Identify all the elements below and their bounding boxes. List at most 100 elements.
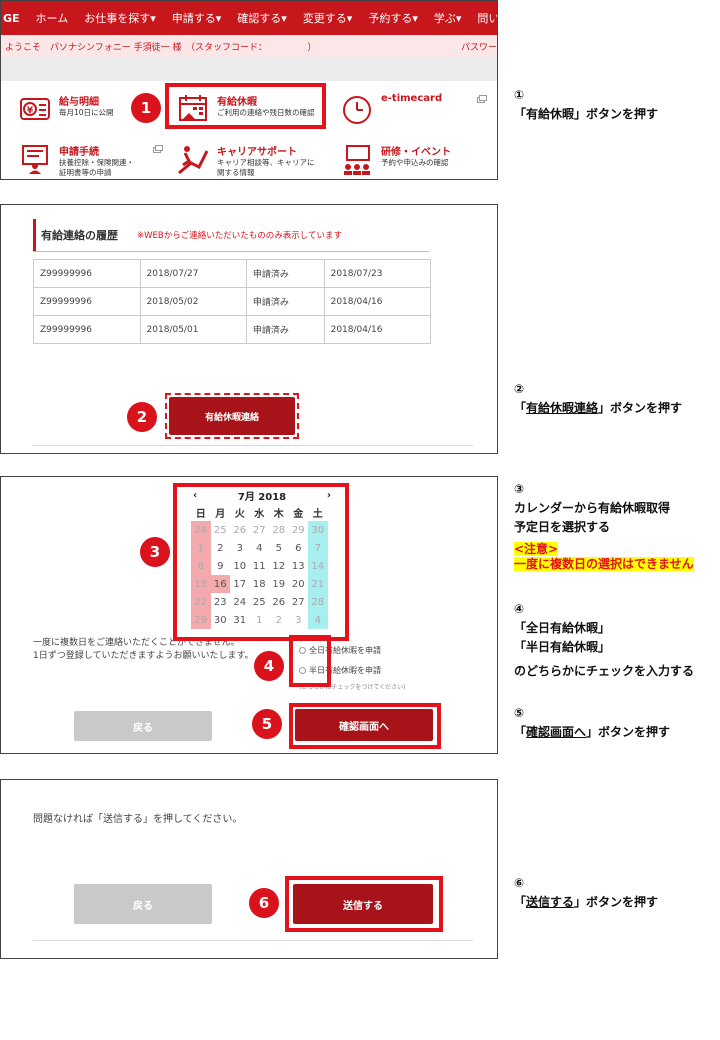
calendar-day[interactable]: 25 [250, 593, 270, 611]
nav-item-check[interactable]: 確認する▾ [229, 10, 295, 26]
prev-month-button[interactable]: ‹ [193, 490, 197, 501]
calendar-day[interactable]: 5 [269, 539, 289, 557]
table-row: Z99999996 2018/05/02 申請済み 2018/04/16 [33, 287, 432, 316]
step-marker: 4 [254, 651, 284, 681]
tile-desc: キャリア相談等、キャリアに関する情報 [217, 158, 315, 177]
tile-paid-leave[interactable]: 有給休暇 ご利用の連絡や残日数の確認 [177, 93, 315, 125]
note-line: 1日ずつ登録していただきますようお願いいたします。 [33, 651, 254, 662]
calendar-day[interactable]: 13 [289, 557, 309, 575]
leave-history-panel: 有給連絡の履歴 ※WEBからご連絡いただいたもののみ表示しています Z99999… [0, 204, 498, 454]
calendar-day[interactable]: 2 [211, 539, 231, 557]
calendar-day[interactable]: 4 [250, 539, 270, 557]
calendar-day: 25 [213, 524, 227, 536]
calendar-day[interactable]: 18 [250, 575, 270, 593]
tile-training-events[interactable]: 研修・イベント 予約や申込みの確認 [341, 143, 451, 175]
tile-desc: 予約や申込みの確認 [381, 158, 449, 167]
calendar-day[interactable]: 30 [308, 521, 328, 539]
tile-procedures[interactable]: 申請手続 扶養控除・保険関連・証明書等の申請 [19, 143, 135, 178]
tile-career-support[interactable]: キャリアサポート キャリア相談等、キャリアに関する情報 [177, 143, 317, 178]
calendar-day[interactable]: 9 [211, 557, 231, 575]
calendar-day[interactable]: 6 [289, 539, 309, 557]
calendar-day[interactable]: 24 [230, 593, 250, 611]
mypage-menu-panel: GE ホーム お仕事を探す▾ 申請する▾ 確認する▾ 変更する▾ 予約する▾ 学… [0, 0, 498, 180]
text: 「 [514, 107, 527, 122]
back-button[interactable]: 戻る [74, 711, 212, 741]
weekday-header: 木 [273, 508, 284, 520]
divider-strip [1, 57, 497, 81]
text: 「半日有給休暇」 [514, 640, 611, 655]
calendar-day[interactable]: 15 [191, 575, 211, 593]
checkbox-highlight [289, 635, 331, 687]
calendar-day[interactable]: 7 [308, 539, 328, 557]
step-number: ① [514, 88, 525, 102]
confirm-screen-button[interactable]: 確認画面へ [295, 709, 433, 741]
weekday-header: 土 [312, 508, 323, 520]
calendar-day[interactable]: 26 [269, 593, 289, 611]
tile-title: 有給休暇 [217, 97, 257, 108]
calendar-day[interactable]: 29 [191, 611, 211, 629]
climbing-person-icon [178, 146, 209, 175]
radio-icon [299, 667, 306, 674]
text: カレンダーから有給休暇取得 [514, 501, 671, 516]
calendar-day[interactable]: 16 [210, 575, 230, 593]
instruction-step-2: ② 「有給休暇連絡」ボタンを押す [514, 380, 682, 418]
calendar-grid: 日月火水木金土 24 25 26 27 28 29 30 1 2 3 4 5 6 7 8 9 10 11 12 13 14… [191, 503, 337, 629]
presentation-icon [344, 145, 370, 175]
text: 「 [514, 725, 527, 740]
paid-leave-contact-button[interactable]: 有給休暇連絡 [169, 397, 295, 435]
instruction-step-1: ① 「有給休暇」ボタンを押す [514, 86, 658, 124]
calendar-month: 7月 2018 [237, 491, 287, 503]
calendar: ‹ 7月 2018 › 日月火水木金土 24 25 26 27 28 29 30 1 2 3 4 5 6 7… [187, 487, 337, 629]
calendar-day[interactable]: 17 [230, 575, 250, 593]
calendar-day: 24 [191, 521, 211, 539]
next-month-button[interactable]: › [327, 490, 331, 501]
calendar-day[interactable]: 14 [308, 557, 328, 575]
calendar-day: 28 [272, 524, 286, 536]
nav-item-inquiry[interactable]: 問い [469, 10, 497, 26]
full-day-checkbox[interactable]: 全日有給休暇を申請 [299, 645, 381, 656]
calendar-day[interactable]: 8 [191, 557, 211, 575]
send-button[interactable]: 送信する [293, 884, 433, 924]
calendar-house-icon [179, 95, 207, 121]
warning-title: <注意> [514, 541, 559, 556]
external-link-icon [153, 145, 163, 153]
nav-item-jobs[interactable]: お仕事を探す▾ [76, 10, 164, 26]
calendar-day[interactable]: 20 [289, 575, 309, 593]
nav-item-change[interactable]: 変更する▾ [295, 10, 361, 26]
calendar-day[interactable]: 21 [308, 575, 328, 593]
calendar-day: 2 [275, 614, 282, 626]
nav-item[interactable]: GE [1, 12, 28, 25]
calendar-day[interactable]: 31 [230, 611, 250, 629]
cell-code: Z99999996 [33, 315, 141, 344]
calendar-day[interactable]: 28 [308, 593, 328, 611]
half-day-checkbox[interactable]: 半日有給休暇を申請 [299, 665, 381, 676]
calendar-day[interactable]: 1 [191, 539, 211, 557]
text: 」ボタンを押す [586, 725, 671, 740]
nav-item-reserve[interactable]: 予約する▾ [360, 10, 426, 26]
calendar-day[interactable]: 27 [289, 593, 309, 611]
calendar-day[interactable]: 22 [191, 593, 211, 611]
table-row: Z99999996 2018/07/27 申請済み 2018/07/23 [33, 259, 432, 288]
calendar-day[interactable]: 10 [230, 557, 250, 575]
calendar-day[interactable]: 11 [250, 557, 270, 575]
calendar-day[interactable]: 23 [211, 593, 231, 611]
step-marker: 2 [127, 402, 157, 432]
nav-item-learn[interactable]: 学ぶ▾ [426, 10, 470, 26]
cell-applied: 2018/07/23 [323, 259, 432, 288]
nav-item-apply[interactable]: 申請する▾ [164, 10, 230, 26]
tile-payslip[interactable]: ¥ 給与明細 毎月10日に公開 [19, 93, 114, 125]
calendar-day[interactable]: 12 [269, 557, 289, 575]
calendar-day[interactable]: 30 [211, 611, 231, 629]
nav-item-home[interactable]: ホーム [28, 10, 77, 26]
history-title: 有給連絡の履歴 [41, 229, 118, 242]
calendar-day: 29 [291, 524, 305, 536]
tile-etimecard[interactable]: e-timecard [341, 93, 442, 125]
calendar-day: 27 [252, 524, 266, 536]
yen-card-icon: ¥ [20, 98, 50, 120]
calendar-day[interactable]: 3 [230, 539, 250, 557]
password-link[interactable]: パスワー [461, 40, 497, 53]
calendar-day[interactable]: 19 [269, 575, 289, 593]
weekday-header: 水 [254, 508, 265, 520]
back-button[interactable]: 戻る [74, 884, 212, 924]
confirm-message: 問題なければ「送信する」を押してください。 [33, 814, 243, 825]
